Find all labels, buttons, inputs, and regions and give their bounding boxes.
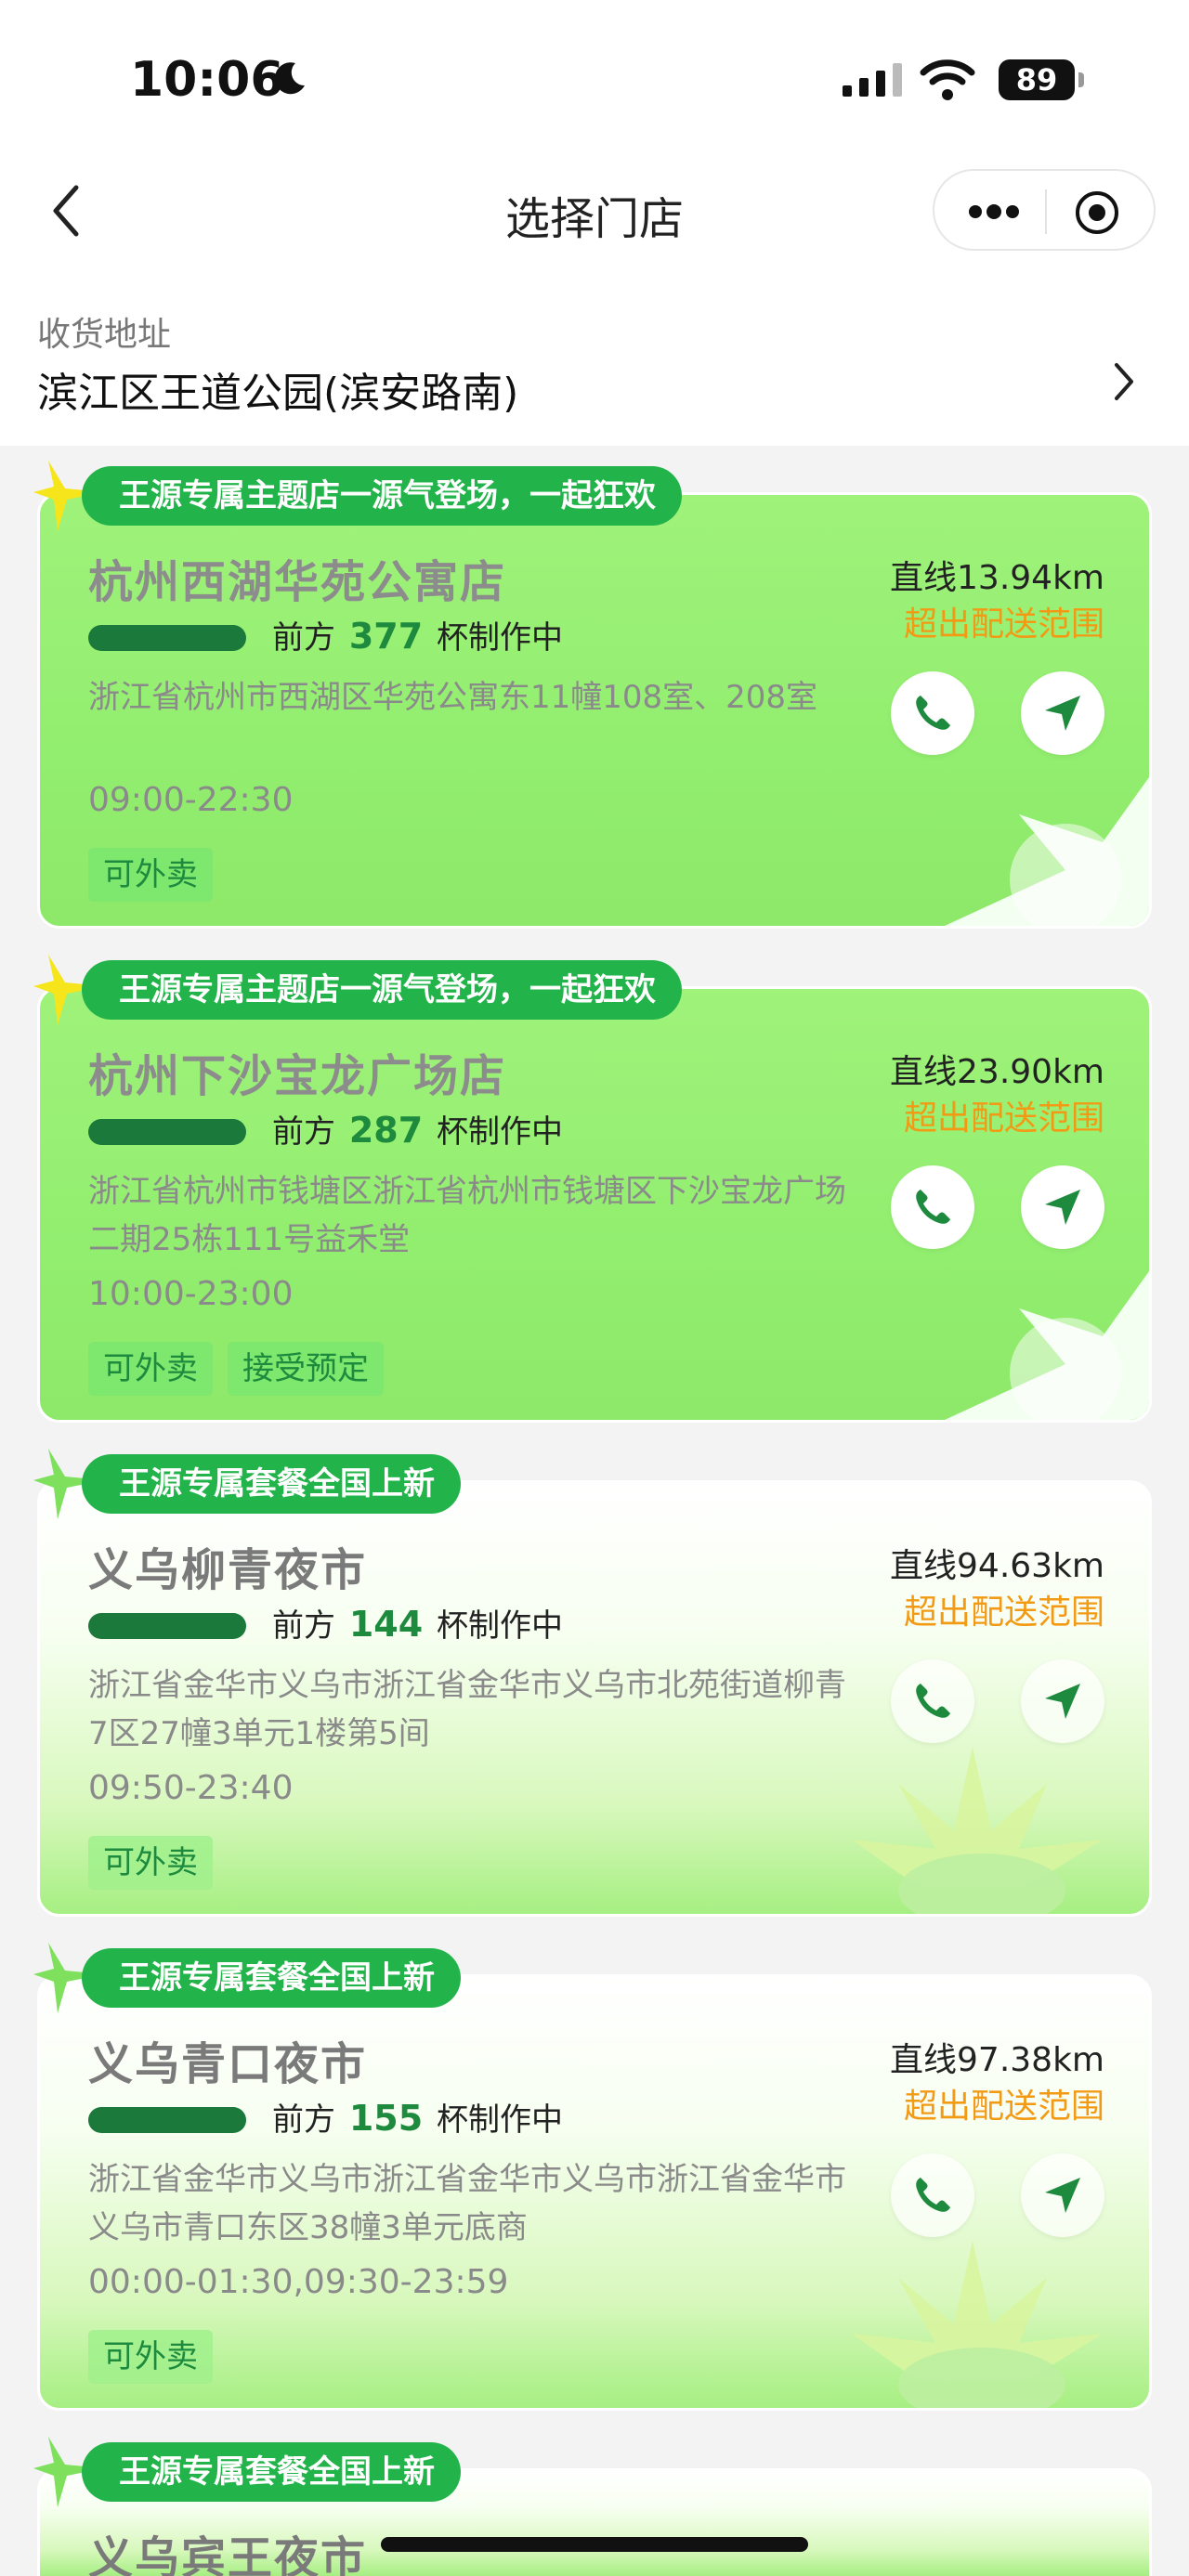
store-name: 义乌青口夜市	[88, 2038, 368, 2090]
tag-reservation: 接受预定	[228, 1342, 384, 1396]
close-capsule-icon[interactable]	[1074, 189, 1120, 236]
navigate-button[interactable]	[1021, 671, 1104, 755]
nav-bar: 选择门店	[0, 149, 1189, 274]
store-promo-banner: 王源专属套餐全国上新	[82, 1948, 461, 2008]
delivery-range-status: 超出配送范围	[903, 1594, 1104, 1632]
tag-delivery: 可外卖	[88, 1836, 213, 1890]
store-promo-banner: 王源专属主题店一源气登场，一起狂欢	[82, 466, 682, 526]
tag-delivery: 可外卖	[88, 1342, 213, 1396]
store-tags: 可外卖	[88, 1836, 213, 1890]
queue-progress-bar	[88, 625, 246, 651]
store-hours: 10:00-23:00	[88, 1275, 294, 1313]
battery-icon: 89	[999, 59, 1084, 100]
cellular-signal-icon	[843, 63, 902, 97]
queue-status: 前方 155 杯制作中	[272, 2098, 563, 2139]
navigation-arrow-icon	[1045, 2178, 1080, 2213]
mini-program-capsule	[933, 169, 1156, 251]
navigate-button[interactable]	[1021, 2153, 1104, 2237]
queue-count: 155	[348, 2098, 424, 2139]
store-distance: 直线23.90km	[890, 1053, 1104, 1091]
status-bar: 10:06 89	[0, 0, 1189, 149]
call-button[interactable]	[891, 671, 974, 755]
address-value: 滨江区王道公园(滨安路南)	[37, 370, 519, 417]
store-tags: 可外卖	[88, 848, 213, 902]
delivery-address[interactable]: 收货地址 滨江区王道公园(滨安路南)	[0, 274, 1189, 446]
tag-delivery: 可外卖	[88, 2330, 213, 2384]
battery-level: 89	[999, 59, 1075, 100]
address-label: 收货地址	[37, 316, 172, 354]
delivery-range-status: 超出配送范围	[903, 605, 1104, 644]
wifi-icon	[920, 59, 975, 100]
chevron-right-icon	[1115, 363, 1133, 400]
store-name: 杭州西湖华苑公寓店	[88, 556, 507, 608]
navigation-arrow-icon	[1045, 1684, 1080, 1719]
call-button[interactable]	[891, 1659, 974, 1743]
phone-icon	[916, 696, 950, 730]
store-address: 浙江省金华市义乌市浙江省金华市义乌市北苑街道柳青7区27幢3单元1楼第5间	[88, 1667, 846, 1752]
store-promo-banner: 王源专属套餐全国上新	[82, 2442, 461, 2502]
decorative-burst-icon	[945, 777, 1149, 926]
store-address: 浙江省杭州市钱塘区浙江省杭州市钱塘区下沙宝龙广场二期25栋111号益禾堂	[88, 1173, 846, 1258]
navigate-button[interactable]	[1021, 1165, 1104, 1249]
store-name: 义乌宾王夜市	[88, 2532, 368, 2576]
queue-progress-bar	[88, 2107, 246, 2133]
store-hours: 09:00-22:30	[88, 781, 294, 819]
queue-progress-bar	[88, 1119, 246, 1145]
store-name: 义乌柳青夜市	[88, 1544, 368, 1596]
queue-progress-bar	[88, 1613, 246, 1639]
store-tags: 可外卖	[88, 2330, 213, 2384]
store-hours: 00:00-01:30,09:30-23:59	[88, 2263, 509, 2301]
home-indicator[interactable]	[381, 2537, 808, 2552]
store-name: 杭州下沙宝龙广场店	[88, 1050, 507, 1102]
queue-count: 377	[348, 616, 424, 657]
store-promo-banner: 王源专属主题店一源气登场，一起狂欢	[82, 960, 682, 1020]
call-button[interactable]	[891, 2153, 974, 2237]
navigation-arrow-icon	[1045, 1190, 1080, 1225]
queue-count: 144	[348, 1604, 424, 1645]
queue-status: 前方 377 杯制作中	[272, 616, 563, 657]
status-time: 10:06	[130, 52, 284, 108]
more-icon[interactable]	[966, 202, 1022, 221]
store-hours: 09:50-23:40	[88, 1769, 294, 1807]
queue-status: 前方 144 杯制作中	[272, 1604, 563, 1645]
store-distance: 直线94.63km	[890, 1547, 1104, 1585]
navigate-button[interactable]	[1021, 1659, 1104, 1743]
phone-icon	[916, 2178, 950, 2212]
delivery-range-status: 超出配送范围	[903, 2088, 1104, 2126]
store-promo-banner: 王源专属套餐全国上新	[82, 1454, 461, 1514]
delivery-range-status: 超出配送范围	[903, 1099, 1104, 1138]
store-distance: 直线97.38km	[890, 2041, 1104, 2079]
store-tags: 可外卖 接受预定	[88, 1342, 384, 1396]
store-address: 浙江省杭州市西湖区华苑公寓东11幢108室、208室	[88, 679, 818, 716]
call-button[interactable]	[891, 1165, 974, 1249]
moon-icon	[274, 62, 305, 95]
phone-icon	[916, 1684, 950, 1718]
tag-delivery: 可外卖	[88, 848, 213, 902]
queue-status: 前方 287 杯制作中	[272, 1110, 563, 1151]
store-address: 浙江省金华市义乌市浙江省金华市义乌市浙江省金华市义乌市青口东区38幢3单元底商	[88, 2161, 846, 2246]
navigation-arrow-icon	[1045, 696, 1080, 731]
queue-count: 287	[348, 1110, 424, 1151]
store-distance: 直线13.94km	[890, 559, 1104, 597]
phone-icon	[916, 1190, 950, 1224]
